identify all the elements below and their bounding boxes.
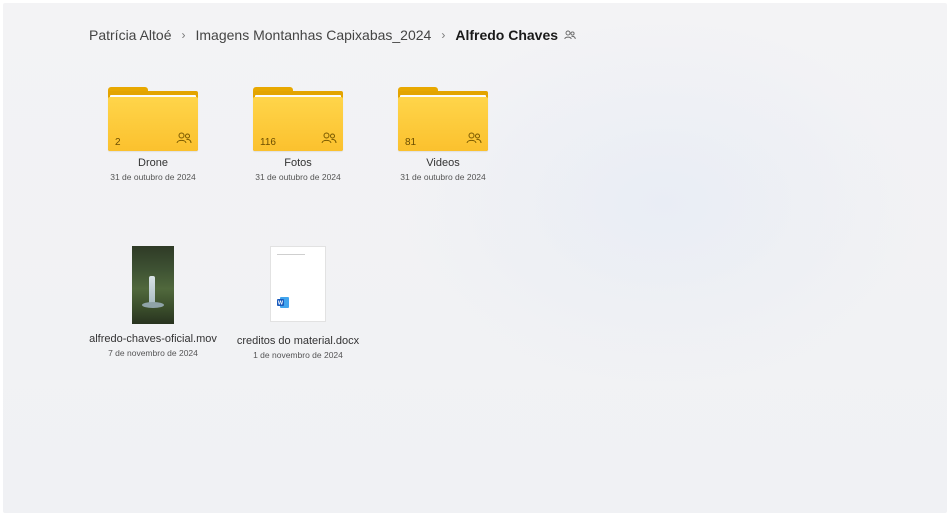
people-shared-icon: [466, 131, 482, 149]
svg-text:W: W: [278, 301, 284, 307]
item-date: 31 de outubro de 2024: [110, 172, 196, 182]
word-doc-icon: W: [277, 295, 289, 313]
item-count: 2: [115, 137, 121, 148]
breadcrumb-item-current-folder[interactable]: Alfredo Chaves: [455, 27, 558, 43]
item-date: 31 de outubro de 2024: [400, 172, 486, 182]
item-date: 31 de outubro de 2024: [255, 172, 341, 182]
folder-icon: 2: [108, 87, 198, 153]
people-shared-icon: [564, 30, 576, 40]
item-date: 7 de novembro de 2024: [108, 348, 198, 358]
breadcrumb-item-user[interactable]: Patrícia Altoé: [89, 27, 172, 43]
file-item-video[interactable]: alfredo-chaves-oficial.mov 7 de novembro…: [88, 246, 218, 358]
item-date: 1 de novembro de 2024: [253, 350, 343, 360]
item-count: 81: [405, 137, 417, 148]
folder-item-drone[interactable]: 2 Drone 31 de outubro de 2024: [88, 87, 218, 182]
folder-item-fotos[interactable]: 116 Fotos 31 de outubro de 2024: [233, 87, 363, 182]
folder-item-videos[interactable]: 81 Videos 31 de outubro de 2024: [378, 87, 508, 182]
document-thumbnail: W: [270, 246, 326, 322]
item-name: Videos: [426, 157, 460, 169]
people-shared-icon: [176, 131, 192, 149]
video-thumbnail: [132, 246, 174, 324]
chevron-right-icon: ›: [181, 28, 186, 42]
file-explorer-window: Patrícia Altoé › Imagens Montanhas Capix…: [3, 3, 947, 513]
people-shared-icon: [321, 131, 337, 149]
item-count: 116: [260, 137, 276, 148]
folder-icon: 81: [398, 87, 488, 153]
file-item-document[interactable]: W creditos do material.docx 1 de novembr…: [233, 246, 363, 360]
chevron-right-icon: ›: [441, 28, 446, 42]
item-name: creditos do material.docx: [236, 335, 360, 347]
breadcrumb: Patrícia Altoé › Imagens Montanhas Capix…: [89, 25, 576, 45]
breadcrumb-item-parent-folder[interactable]: Imagens Montanhas Capixabas_2024: [196, 27, 432, 43]
item-name: Drone: [138, 157, 168, 169]
folder-icon: 116: [253, 87, 343, 153]
item-name: alfredo-chaves-oficial.mov: [89, 333, 217, 345]
item-name: Fotos: [284, 157, 312, 169]
